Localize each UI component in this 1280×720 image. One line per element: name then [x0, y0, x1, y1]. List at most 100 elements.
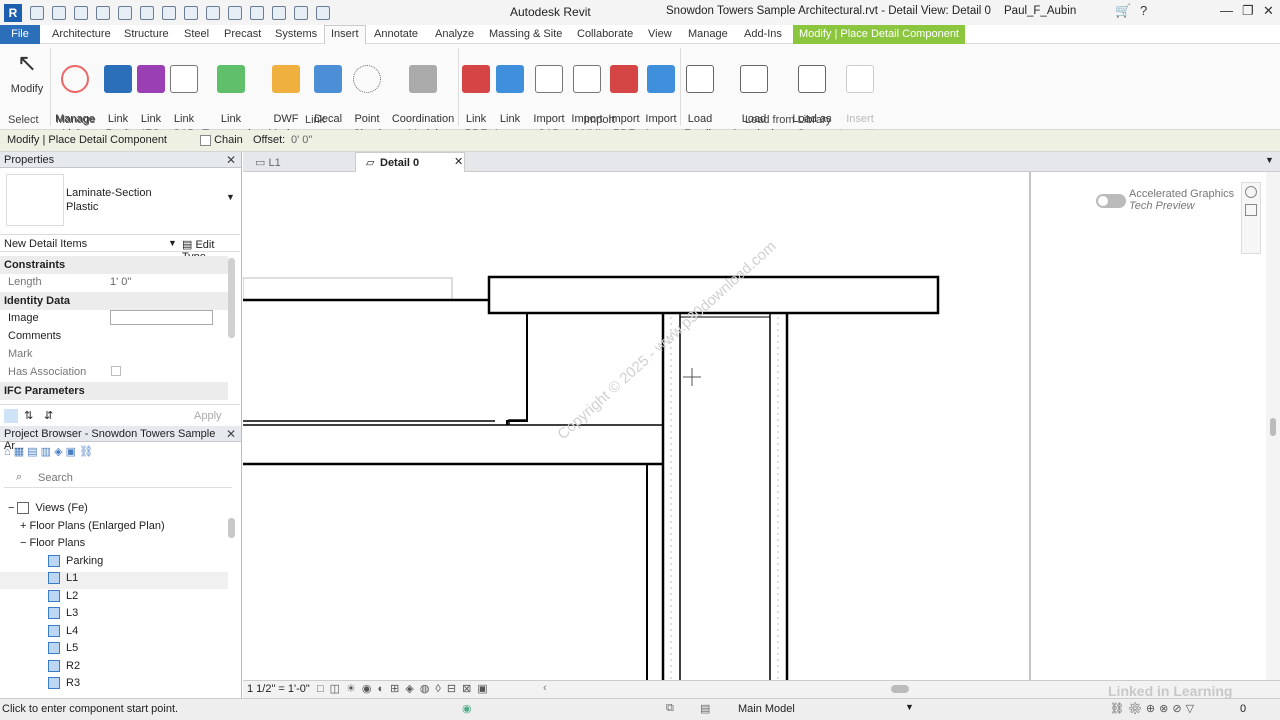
panel-select-label[interactable]: Select — [8, 114, 39, 126]
families-icon[interactable]: ◈ — [54, 446, 62, 458]
cart-icon[interactable]: 🛒 — [1115, 3, 1131, 19]
browser-search[interactable]: ⌕ Search — [4, 468, 232, 488]
tab-detail-0[interactable]: ▱ Detail 0 ✕ — [355, 152, 465, 172]
group-identity[interactable]: Identity Data — [0, 292, 228, 310]
tree-level[interactable]: L4 — [48, 625, 78, 638]
chevron-down-icon[interactable]: ▼ — [1265, 155, 1274, 165]
redo-icon[interactable] — [140, 5, 154, 20]
decal-button[interactable]: Decal — [312, 50, 344, 142]
sort-icon[interactable]: ⇅ — [24, 409, 33, 422]
tab-insert[interactable]: Insert — [324, 25, 366, 44]
tab-l1[interactable]: ▭ L1 — [255, 156, 281, 169]
instance-selector[interactable]: New Detail Items — [4, 238, 87, 250]
chevron-down-icon[interactable]: ▼ — [905, 702, 914, 712]
tab-structure[interactable]: Structure — [124, 28, 169, 40]
sort-desc-icon[interactable]: ⇵ — [44, 409, 53, 422]
chevron-down-icon[interactable]: ▼ — [226, 192, 235, 202]
accelerated-graphics-toggle[interactable] — [1096, 194, 1126, 208]
zoom-icon[interactable] — [1245, 204, 1257, 216]
horizontal-scroll-thumb[interactable] — [891, 685, 909, 693]
close-icon[interactable]: ✕ — [1263, 3, 1274, 19]
thin-lines-icon[interactable] — [294, 5, 308, 20]
tree-level[interactable]: L2 — [48, 590, 78, 603]
vertical-scroll-thumb[interactable] — [1270, 418, 1276, 436]
tab-modify-place-detail[interactable]: Modify | Place Detail Component — [793, 25, 965, 44]
undo-icon[interactable] — [118, 5, 132, 20]
close-icon[interactable]: ✕ — [454, 155, 463, 168]
schedules-icon[interactable]: ▥ — [41, 446, 51, 458]
tab-steel[interactable]: Steel — [184, 28, 209, 40]
print-icon[interactable] — [162, 5, 176, 20]
tree-floor-plans[interactable]: − Floor Plans — [20, 537, 85, 549]
open-icon[interactable] — [52, 5, 66, 20]
active-model[interactable]: Main Model — [738, 703, 795, 715]
offset-field[interactable]: 0' 0" — [291, 134, 312, 146]
view-control-icons[interactable]: □◫☀◉◐⊞◈◍◊⊟⊠▣ — [317, 682, 494, 695]
user-name[interactable]: Paul_F_Aubin — [1004, 5, 1076, 17]
tab-systems[interactable]: Systems — [275, 28, 317, 40]
tree-level[interactable]: R3 — [48, 677, 80, 690]
3d-view-icon[interactable] — [250, 5, 264, 20]
selection-filter-icons[interactable]: ⛓⚙⊕⊗⊘▽ — [1110, 702, 1198, 715]
section-icon[interactable] — [272, 5, 286, 20]
properties-scrollbar[interactable] — [228, 258, 235, 338]
chevron-left-icon[interactable]: ‹ — [543, 682, 547, 694]
design-options-icon[interactable]: ⧉ — [666, 702, 674, 715]
group-constraints[interactable]: Constraints — [0, 256, 228, 274]
apply-button[interactable]: Apply — [194, 410, 222, 422]
group-ifc[interactable]: IFC Parameters — [0, 382, 228, 400]
tree-level[interactable]: R2 — [48, 660, 80, 673]
maximize-icon[interactable]: ❐ — [1242, 3, 1254, 19]
minimize-icon[interactable]: — — [1220, 3, 1233, 18]
image-field[interactable] — [110, 310, 213, 325]
tab-annotate[interactable]: Annotate — [374, 28, 418, 40]
floor-plan-icon — [48, 555, 60, 568]
navigation-bar[interactable] — [1241, 182, 1261, 254]
align-icon[interactable] — [206, 5, 220, 20]
view-scale[interactable]: 1 1/2" = 1'-0" — [247, 683, 310, 695]
close-icon[interactable]: ✕ — [226, 153, 236, 167]
steering-wheel-icon[interactable] — [1245, 186, 1257, 198]
sync-icon[interactable] — [96, 5, 110, 20]
tree-level[interactable]: L5 — [48, 642, 78, 655]
switch-windows-icon[interactable] — [316, 5, 330, 20]
groups-icon[interactable]: ▣ — [66, 446, 76, 458]
modify-button[interactable]: ↖ Modify — [8, 50, 46, 97]
tab-view[interactable]: View — [648, 28, 672, 40]
chain-checkbox[interactable]: Chain — [200, 134, 243, 146]
properties-filter-icon[interactable] — [4, 409, 18, 423]
floor-plan-icon — [48, 590, 60, 603]
close-icon[interactable]: ✕ — [226, 427, 236, 441]
home-icon[interactable]: ⌂ — [4, 446, 11, 458]
drawing-canvas[interactable]: Copyright © 2025 - www.p30download.com A… — [243, 172, 1273, 680]
tab-file[interactable]: File — [0, 25, 40, 44]
has-association-checkbox[interactable] — [111, 366, 121, 376]
text-icon[interactable] — [228, 5, 242, 20]
tree-level[interactable]: Parking — [48, 555, 103, 568]
links-icon[interactable]: ⛓ — [79, 446, 93, 458]
tab-precast[interactable]: Precast — [224, 28, 261, 40]
browser-scrollbar[interactable] — [228, 518, 235, 538]
help-icon[interactable]: ? — [1140, 3, 1147, 18]
tab-massing-site[interactable]: Massing & Site — [489, 28, 562, 40]
views-icon[interactable]: ▦ — [14, 446, 24, 458]
tree-floor-plans-enlarged[interactable]: + Floor Plans (Enlarged Plan) — [20, 520, 165, 532]
vertical-scrollbar[interactable] — [1266, 172, 1280, 680]
tree-views[interactable]: − Views (Fe) — [8, 502, 88, 515]
tab-analyze[interactable]: Analyze — [435, 28, 474, 40]
worksets-icon[interactable]: ◉ — [462, 702, 472, 715]
tree-level-selected[interactable]: L1 — [0, 572, 228, 589]
tab-architecture[interactable]: Architecture — [52, 28, 111, 40]
measure-icon[interactable] — [184, 5, 198, 20]
sheets-icon[interactable]: ▤ — [27, 446, 37, 458]
type-selector[interactable]: Laminate-Section Plastic — [66, 186, 152, 214]
home-icon[interactable] — [30, 5, 44, 20]
tab-collaborate[interactable]: Collaborate — [577, 28, 633, 40]
chevron-down-icon[interactable]: ▼ — [168, 238, 177, 248]
revit-logo[interactable]: R — [4, 3, 22, 22]
tab-add-ins[interactable]: Add-Ins — [744, 28, 782, 40]
tab-manage[interactable]: Manage — [688, 28, 728, 40]
tree-level[interactable]: L3 — [48, 607, 78, 620]
save-icon[interactable] — [74, 5, 88, 20]
search-input[interactable]: Search — [38, 472, 73, 484]
